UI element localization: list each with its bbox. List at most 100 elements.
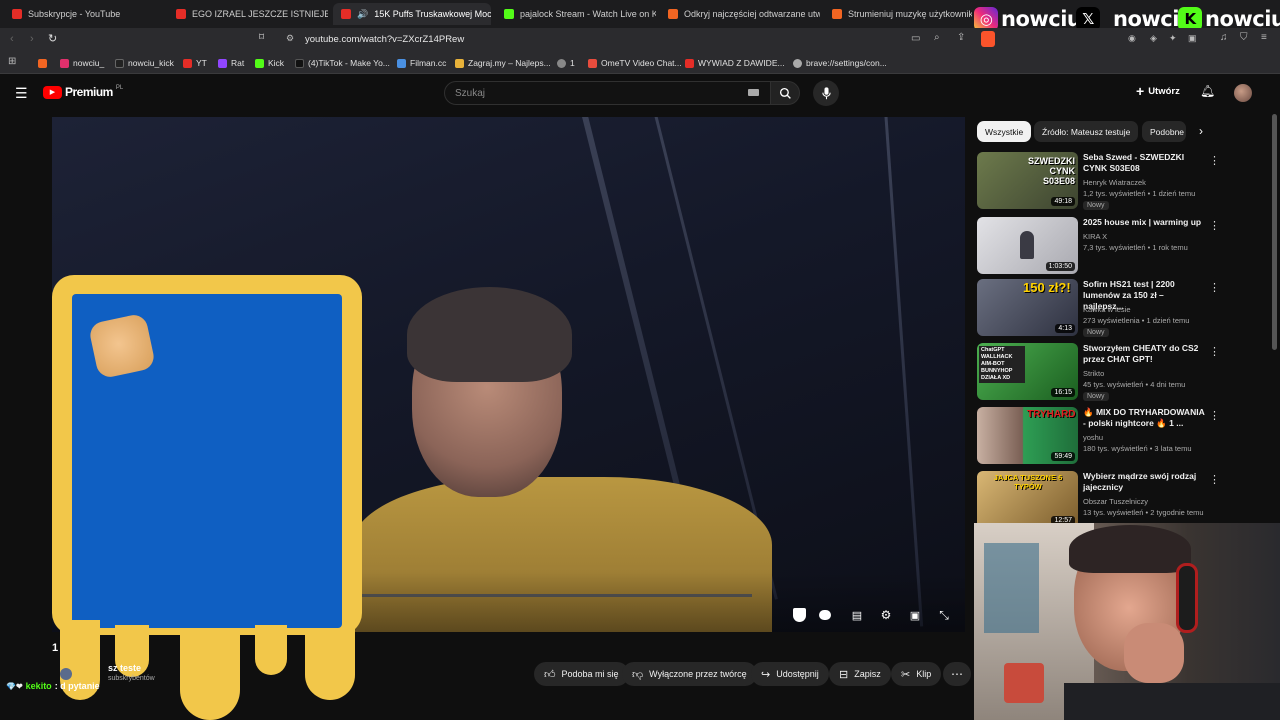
- video-channel[interactable]: KIRA X: [1083, 232, 1107, 241]
- dj-figure: [1020, 231, 1034, 259]
- like-button[interactable]: 👍︎ Podoba mi się: [534, 662, 629, 686]
- youtube-logo[interactable]: ▶ Premium PL: [43, 85, 123, 99]
- hamburger-menu-icon[interactable]: ☰: [15, 85, 28, 102]
- video-thumbnail[interactable]: JAJCA TUSZONE 6 TYPÓW 12:57: [977, 471, 1078, 528]
- sidebar-scrollbar[interactable]: [1272, 114, 1277, 350]
- recommended-video[interactable]: JAJCA TUSZONE 6 TYPÓW 12:57 Wybierz mądr…: [977, 471, 1220, 529]
- tab-active-video[interactable]: 🔊 15K Puffs Truskawkowej Moc ✕: [333, 3, 491, 25]
- recommended-video[interactable]: SZWEDZKI CYNK S03E08 49:18 Seba Szwed - …: [977, 152, 1220, 210]
- sponsorblock-icon[interactable]: [790, 606, 808, 624]
- video-thumbnail[interactable]: 1:03:50: [977, 217, 1078, 274]
- kebab-menu-icon[interactable]: ⋮: [1209, 219, 1220, 232]
- tab-strumieniuj[interactable]: Strumieniuj muzykę użytkownika SP: [824, 3, 972, 25]
- video-meta: 1,2 tys. wyświetleń • 1 dzień temu: [1083, 189, 1196, 198]
- chip-all[interactable]: Wszystkie: [977, 121, 1032, 142]
- recommended-video[interactable]: ChatGPT WALLHACK AIM-BOT BUNNYHOP DZIAŁA…: [977, 343, 1220, 401]
- recommended-video[interactable]: 150 zł?! 4:13 Sofirn HS21 test | 2200 lu…: [977, 279, 1220, 337]
- clip-button[interactable]: ✂ Klip: [891, 662, 942, 686]
- vpn-icon[interactable]: ◉: [1128, 33, 1136, 44]
- kebab-menu-icon[interactable]: ⋮: [1209, 345, 1220, 358]
- chat-username: kekito: [25, 681, 52, 691]
- save-button[interactable]: ⊟ Zapisz: [829, 662, 891, 686]
- video-channel[interactable]: Obszar Tuszelniczy: [1083, 497, 1148, 506]
- bookmark-icon[interactable]: ⌑: [259, 32, 264, 43]
- bookmark-item[interactable]: nowciu_: [60, 56, 104, 70]
- reload-icon[interactable]: ↻: [48, 32, 57, 45]
- bookmark-item[interactable]: nowciu_kick: [115, 56, 174, 70]
- site-settings-icon[interactable]: ⚙: [286, 33, 294, 44]
- extensions-icon[interactable]: ✦: [1169, 33, 1177, 44]
- chevron-right-icon[interactable]: ›: [1199, 124, 1203, 138]
- menu-icon[interactable]: ≡: [1261, 32, 1267, 43]
- bookmark-item[interactable]: OmeTV Video Chat...: [588, 56, 682, 70]
- chip-similar[interactable]: Podobne: [1142, 121, 1186, 142]
- dislike-button[interactable]: 👎︎ Wyłączone przez twórcę: [622, 662, 757, 686]
- music-icon[interactable]: ♫: [1220, 32, 1228, 43]
- more-actions-button[interactable]: ⋯: [943, 662, 971, 686]
- streamer-webcam: [974, 523, 1280, 720]
- video-channel[interactable]: Henryk Wiatraczek: [1083, 178, 1146, 187]
- tab-kick-stream[interactable]: pajalock Stream - Watch Live on Kick: [496, 3, 656, 25]
- tab-odkryj[interactable]: Odkryj najczęściej odtwarzane utwor: [660, 3, 820, 25]
- video-channel[interactable]: Strikto: [1083, 369, 1104, 378]
- video-channel[interactable]: yoshu: [1083, 433, 1103, 442]
- cast-icon[interactable]: ▭: [911, 33, 920, 44]
- chip-source[interactable]: Źródło: Mateusz testuje: [1034, 121, 1139, 142]
- fullscreen-icon[interactable]: ⤡: [935, 606, 953, 624]
- bookmark-item[interactable]: WYWIAD Z DAWIDE...: [685, 56, 785, 70]
- share-icon[interactable]: ⇪: [957, 32, 965, 43]
- recommended-video[interactable]: 1:03:50 2025 house mix | warming up KIRA…: [977, 217, 1220, 275]
- miniplayer-icon[interactable]: ▣: [906, 606, 924, 624]
- notifications-bell-icon[interactable]: 🔔︎: [1200, 84, 1215, 98]
- zoom-icon[interactable]: ⌕: [934, 32, 940, 43]
- video-title[interactable]: Seba Szwed - SZWEDZKI CYNK S03E08: [1083, 152, 1205, 174]
- bookmark-item[interactable]: (4)TikTok - Make Yo...: [295, 56, 390, 70]
- tab-subskrypcje[interactable]: Subskrypcje - YouTube: [4, 3, 159, 25]
- create-button[interactable]: + Utwórz: [1136, 84, 1180, 98]
- video-thumbnail[interactable]: ChatGPT WALLHACK AIM-BOT BUNNYHOP DZIAŁA…: [977, 343, 1078, 400]
- voice-search-button[interactable]: [813, 80, 839, 106]
- bookmark-item[interactable]: YT: [183, 56, 207, 70]
- subscriber-count: subskrybentów: [108, 675, 155, 682]
- kebab-menu-icon[interactable]: ⋮: [1209, 281, 1220, 294]
- url-field[interactable]: youtube.com/watch?v=ZXcrZ14PRew: [305, 34, 464, 45]
- sidebar-icon[interactable]: ▣: [1188, 33, 1197, 44]
- video-title[interactable]: Wybierz mądrze swój rodzaj jajecznicy: [1083, 471, 1205, 493]
- wallet-icon[interactable]: ◈: [1150, 33, 1157, 44]
- brave-shields-icon[interactable]: [981, 31, 995, 47]
- video-channel[interactable]: Kawka w lesie: [1083, 305, 1131, 314]
- shield-icon[interactable]: ⛉: [1240, 32, 1248, 43]
- bookmark-item[interactable]: Rat: [218, 56, 244, 70]
- recommended-video[interactable]: TRYHARD 59:49 🔥 MIX DO TRYHARDOWANIA - p…: [977, 407, 1220, 465]
- search-button[interactable]: [770, 81, 800, 105]
- bookmark-item[interactable]: [38, 56, 47, 70]
- video-thumbnail[interactable]: TRYHARD 59:49: [977, 407, 1078, 464]
- search-input[interactable]: Szukaj: [444, 81, 772, 105]
- bookmark-item[interactable]: Filman.cc: [397, 56, 446, 70]
- avatar[interactable]: [1234, 84, 1252, 102]
- keyboard-icon[interactable]: [748, 89, 759, 96]
- bookmark-item[interactable]: Kick: [255, 56, 284, 70]
- kebab-menu-icon[interactable]: ⋮: [1209, 154, 1220, 167]
- video-title[interactable]: Stworzyłem CHEATY do CS2 przez CHAT GPT!: [1083, 343, 1205, 365]
- subtitles-icon[interactable]: ▤: [848, 606, 866, 624]
- video-thumbnail[interactable]: 150 zł?! 4:13: [977, 279, 1078, 336]
- bookmark-item[interactable]: brave://settings/con...: [793, 56, 887, 70]
- thumbnail-text: TRYHARD: [1027, 409, 1076, 420]
- apps-grid-icon[interactable]: ⊞: [8, 56, 16, 67]
- kebab-menu-icon[interactable]: ⋮: [1209, 473, 1220, 486]
- pause-toggle-icon[interactable]: [816, 606, 834, 624]
- channel-name[interactable]: sz teste: [108, 663, 141, 673]
- back-icon[interactable]: ‹: [10, 33, 14, 45]
- video-title[interactable]: 🔥 MIX DO TRYHARDOWANIA - polski nightcor…: [1083, 407, 1205, 429]
- kebab-menu-icon[interactable]: ⋮: [1209, 409, 1220, 422]
- channel-avatar[interactable]: [60, 668, 72, 680]
- settings-gear-icon[interactable]: ⚙: [877, 606, 895, 624]
- bookmark-item[interactable]: 1: [557, 56, 575, 70]
- video-thumbnail[interactable]: SZWEDZKI CYNK S03E08 49:18: [977, 152, 1078, 209]
- bookmark-item[interactable]: Zagraj.my – Najleps...: [455, 56, 551, 70]
- share-button[interactable]: ↪ Udostępnij: [751, 662, 829, 686]
- forward-icon[interactable]: ›: [30, 33, 34, 45]
- tab-izrael[interactable]: EGO IZRAEL JESZCZE ISTNIEJE: [168, 3, 328, 25]
- video-title[interactable]: 2025 house mix | warming up: [1083, 217, 1205, 228]
